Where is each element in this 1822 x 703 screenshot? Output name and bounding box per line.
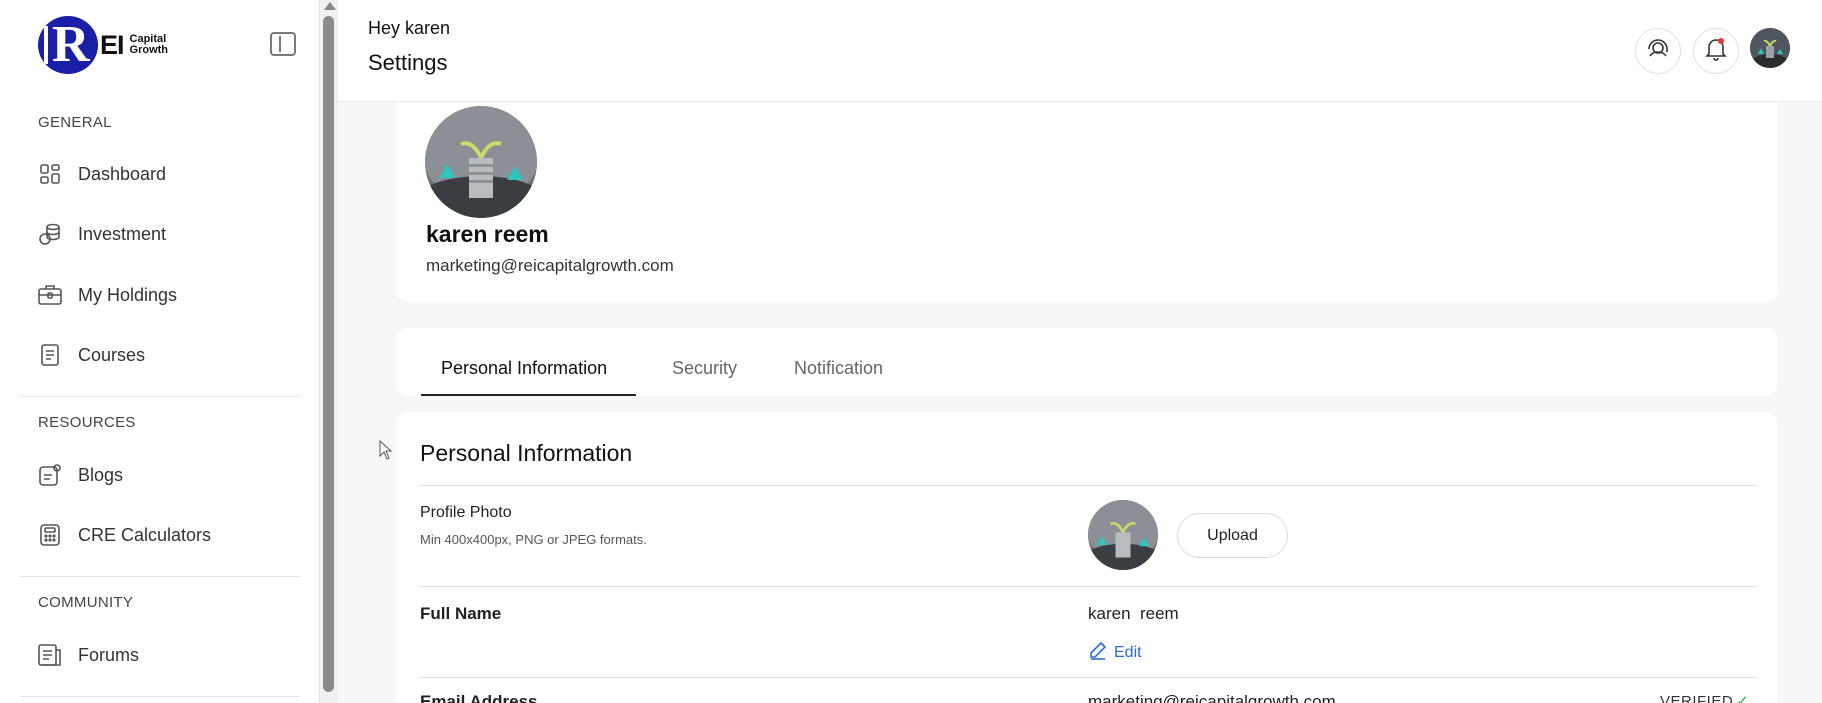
tab-security[interactable]: Security — [672, 358, 737, 379]
pencil-icon — [1088, 640, 1108, 665]
support-agent-icon — [1646, 36, 1670, 67]
sidebar: R EI Capital Growth GENERAL Dashboard In… — [0, 0, 320, 703]
profile-email: marketing@reicapitalgrowth.com — [426, 256, 674, 275]
scroll-up-icon[interactable] — [324, 2, 336, 10]
sidebar-collapse-icon[interactable] — [270, 32, 296, 56]
sidebar-item-label: CRE Calculators — [78, 524, 212, 545]
document-icon — [38, 343, 62, 367]
sidebar-item-cre-calculators[interactable]: CRE Calculators — [38, 518, 298, 552]
sidebar-item-label: Blogs — [78, 464, 124, 485]
logo-mark: R — [38, 16, 98, 74]
active-tab-indicator — [421, 394, 636, 396]
row-divider — [420, 677, 1756, 678]
sidebar-scrollbar[interactable] — [320, 0, 338, 703]
calculator-icon — [38, 523, 62, 547]
mouse-cursor-icon — [379, 439, 393, 465]
blog-icon — [38, 463, 62, 487]
logo-letter: R — [52, 16, 90, 73]
edit-name-link[interactable]: Edit — [1088, 640, 1142, 665]
sidebar-item-label: Courses — [78, 344, 146, 365]
section-divider — [420, 485, 1756, 486]
profile-name: karen reem — [426, 221, 549, 247]
sidebar-divider — [20, 576, 300, 577]
row-divider — [420, 586, 1756, 587]
section-heading: Personal Information — [420, 440, 633, 466]
profile-avatar — [425, 106, 537, 218]
section-title-community: COMMUNITY — [38, 594, 134, 611]
sidebar-item-courses[interactable]: Courses — [38, 338, 298, 372]
profile-photo-preview — [1088, 500, 1158, 570]
verified-badge: VERIFIED ✓ — [1660, 692, 1749, 703]
support-button[interactable] — [1635, 28, 1681, 74]
brand-logo[interactable]: R EI Capital Growth — [38, 16, 168, 74]
sidebar-item-blogs[interactable]: Blogs — [38, 458, 298, 492]
coins-icon — [38, 222, 62, 246]
notifications-button[interactable] — [1693, 28, 1739, 74]
email-address-value: marketing@reicapitalgrowth.com — [1088, 692, 1336, 703]
verified-label: VERIFIED — [1660, 693, 1734, 703]
full-name-value: karen reem — [1088, 604, 1179, 623]
edit-label: Edit — [1114, 643, 1142, 661]
profile-photo-hint: Min 400x400px, PNG or JPEG formats. — [420, 532, 647, 547]
briefcase-icon — [38, 283, 62, 307]
greeting: Hey karen — [368, 18, 451, 38]
logo-subtitle: Capital Growth — [130, 34, 169, 56]
sidebar-divider — [20, 696, 300, 697]
sidebar-item-label: Forums — [78, 644, 140, 665]
top-header: Hey karen Settings — [338, 0, 1822, 102]
forum-icon — [38, 643, 62, 667]
upload-photo-button[interactable]: Upload — [1177, 513, 1288, 558]
full-name-label: Full Name — [420, 604, 502, 623]
email-address-label: Email Address — [420, 692, 538, 703]
sidebar-item-my-holdings[interactable]: My Holdings — [38, 278, 298, 312]
section-title-general: GENERAL — [38, 114, 112, 131]
scrollbar-thumb[interactable] — [323, 16, 334, 692]
check-icon: ✓ — [1736, 693, 1750, 703]
sidebar-item-dashboard[interactable]: Dashboard — [38, 157, 298, 191]
sidebar-item-forums[interactable]: Forums — [38, 638, 298, 672]
section-title-resources: RESOURCES — [38, 414, 136, 431]
page-title: Settings — [368, 50, 448, 75]
tab-personal-information[interactable]: Personal Information — [441, 358, 607, 379]
dashboard-grid-icon — [38, 162, 62, 186]
bell-icon — [1705, 37, 1727, 66]
tab-notification[interactable]: Notification — [794, 358, 883, 379]
sidebar-item-label: Dashboard — [78, 163, 167, 184]
logo-ei: EI — [100, 29, 124, 60]
profile-photo-label: Profile Photo — [420, 504, 512, 521]
app-root: R EI Capital Growth GENERAL Dashboard In… — [0, 0, 1822, 703]
sidebar-item-label: My Holdings — [78, 284, 178, 305]
sidebar-item-label: Investment — [78, 223, 167, 244]
header-avatar[interactable] — [1750, 28, 1790, 68]
sidebar-divider — [20, 396, 300, 397]
logo-line-2: Growth — [129, 44, 169, 56]
sidebar-item-investment[interactable]: Investment — [38, 217, 298, 251]
